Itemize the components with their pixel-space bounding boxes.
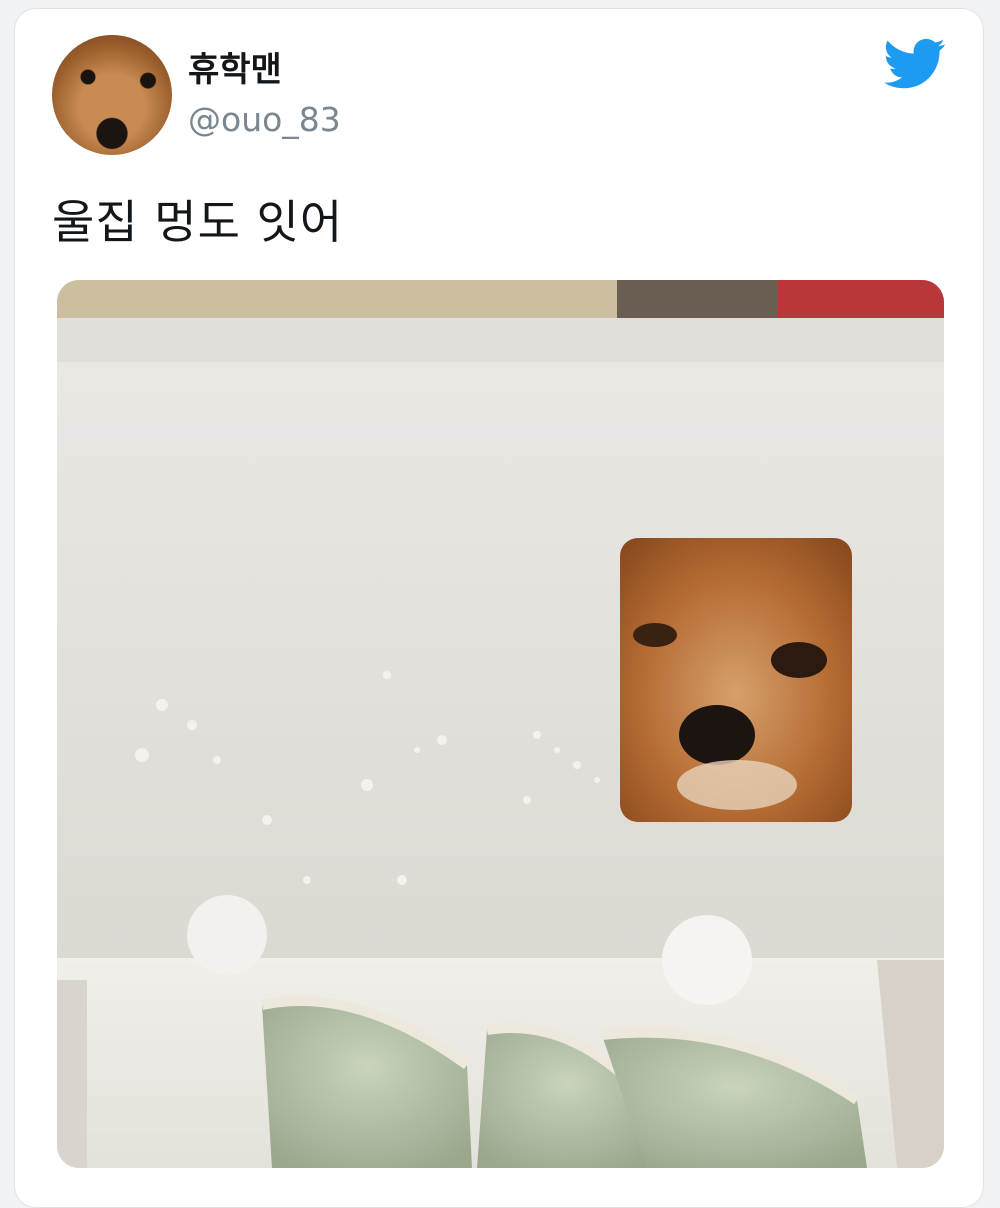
twitter-bird-icon bbox=[884, 38, 945, 89]
avatar[interactable] bbox=[52, 35, 172, 155]
display-name[interactable]: 휴학맨 bbox=[188, 42, 282, 91]
tweet-text: 울집 멍도 잇어 bbox=[52, 195, 344, 249]
user-handle[interactable]: @ouo_83 bbox=[188, 100, 341, 139]
tweet-photo[interactable] bbox=[57, 280, 944, 1168]
